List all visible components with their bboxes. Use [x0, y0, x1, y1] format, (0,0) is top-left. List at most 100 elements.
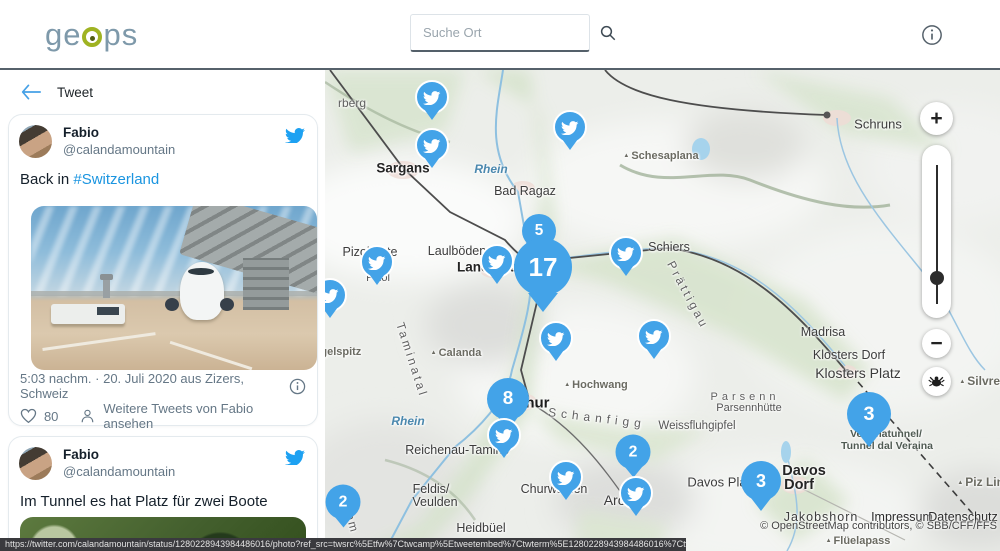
map-label: Rhein	[474, 162, 507, 176]
tweet-marker[interactable]	[619, 476, 653, 510]
app-header: geps	[0, 0, 1000, 70]
tweet-marker[interactable]	[360, 245, 394, 279]
cluster-marker[interactable]: 2	[326, 485, 361, 520]
tweet-text: Im Tunnel es hat Platz für zwei Boote	[20, 493, 268, 510]
map-label: Schesaplana	[623, 150, 698, 162]
tweet-marker[interactable]	[539, 321, 573, 355]
map[interactable]: rberg Sargans Rhein Bad Ragaz Schesaplana Sch…	[325, 70, 1000, 551]
cluster-marker[interactable]: 17	[514, 238, 572, 296]
back-arrow-icon	[21, 84, 41, 100]
back-button[interactable]	[18, 79, 44, 105]
minus-icon: −	[930, 332, 942, 356]
photo-jet-bridge-support	[243, 258, 289, 310]
tweet-hashtag-link[interactable]: #Switzerland	[73, 171, 159, 188]
avatar[interactable]	[19, 447, 52, 480]
cluster-count: 8	[503, 388, 514, 410]
tweet-marker[interactable]	[553, 110, 587, 144]
avatar[interactable]	[19, 125, 52, 158]
cluster-count: 3	[756, 471, 766, 492]
fly-button[interactable]	[922, 367, 951, 396]
map-label: Klosters Dorf	[813, 348, 885, 362]
logo-text-pre: ge	[45, 17, 81, 53]
tweet-info-icon[interactable]	[289, 378, 306, 395]
photo-engine	[220, 298, 234, 311]
tweet-author[interactable]: Fabio	[63, 447, 99, 462]
sidebar-title: Tweet	[57, 85, 93, 100]
map-label: Schiers	[648, 240, 690, 254]
tweet-marker[interactable]	[609, 236, 643, 270]
map-label: Feldis/	[413, 482, 450, 496]
zoom-in-button[interactable]: +	[920, 102, 953, 135]
zoom-slider-handle[interactable]	[930, 271, 944, 285]
twitter-bird-icon[interactable]	[285, 448, 305, 465]
map-label: Parsennhütte	[716, 402, 781, 414]
status-url-bar: https://twitter.com/calandamountain/stat…	[0, 538, 686, 551]
search-box	[410, 14, 590, 52]
search-input[interactable]	[423, 25, 599, 40]
like-heart-icon[interactable]	[20, 408, 37, 424]
cluster-count: 2	[629, 443, 638, 461]
map-label: Veulden	[412, 495, 457, 509]
photo-control-tower	[103, 278, 110, 298]
info-icon	[921, 24, 943, 46]
logo-o-icon	[82, 27, 102, 47]
zoom-slider[interactable]	[922, 145, 951, 318]
logo-text-post: ps	[103, 17, 138, 53]
map-label: Schruns	[854, 117, 902, 132]
tweet-handle[interactable]: @calandamountain	[63, 464, 175, 479]
map-label: Sargans	[376, 161, 429, 176]
tweet-marker[interactable]	[549, 460, 583, 494]
map-label: Hochwang	[564, 379, 628, 391]
tweet-card: Fabio @calandamountain Back in #Switzerl…	[8, 114, 318, 426]
geops-logo[interactable]: geps	[45, 17, 138, 53]
cluster-count: 17	[528, 252, 557, 283]
map-label: Madrisa	[801, 325, 845, 339]
tweet-marker[interactable]	[480, 244, 514, 278]
cluster-marker[interactable]: 8	[487, 378, 529, 420]
tweet-marker[interactable]	[415, 128, 449, 162]
map-label: Ringelspitz	[325, 346, 361, 358]
tweet-marker[interactable]	[415, 80, 449, 114]
tweet-text: Back in #Switzerland	[20, 171, 159, 188]
map-label: rberg	[338, 96, 366, 110]
cluster-marker[interactable]: 3	[741, 461, 781, 501]
map-label: Flüelapass	[826, 535, 891, 547]
tweet-handle[interactable]: @calandamountain	[63, 142, 175, 157]
cluster-marker[interactable]: 2	[616, 435, 651, 470]
map-label: Heidbüel	[456, 521, 505, 535]
tweet-author[interactable]: Fabio	[63, 125, 99, 140]
tweet-marker[interactable]	[487, 418, 521, 452]
more-tweets-link[interactable]: Weitere Tweets von Fabio ansehen	[103, 401, 306, 431]
cluster-marker[interactable]: 3	[847, 392, 891, 436]
person-icon	[80, 408, 95, 424]
sidebar: Tweet Fabio @calandamountain Back in #Sw…	[0, 70, 325, 551]
map-label: Calanda	[431, 347, 482, 359]
plus-icon: +	[930, 107, 942, 131]
cluster-count: 3	[863, 403, 874, 426]
like-count[interactable]: 80	[44, 409, 58, 424]
info-button[interactable]	[920, 23, 944, 47]
map-label: Weissfluhgipfel	[658, 420, 735, 432]
map-label: Klosters Platz	[815, 365, 901, 381]
map-label: Bad Ragaz	[494, 184, 556, 198]
search-button[interactable]	[599, 24, 617, 42]
photo-engine	[165, 298, 179, 311]
map-label: Tunnel dal Veraina	[841, 440, 933, 452]
map-label: Dorf	[784, 477, 814, 493]
photo-tow-truck	[51, 304, 125, 324]
map-label: Rhein	[391, 414, 424, 428]
zoom-out-button[interactable]: −	[922, 329, 951, 358]
sidebar-header: Tweet	[0, 70, 325, 114]
map-label: Laulböden	[428, 244, 486, 258]
photo-tarmac-line	[43, 333, 157, 352]
map-label: Piz Linard	[957, 475, 1000, 489]
cluster-count: 2	[339, 493, 348, 511]
search-icon	[599, 24, 617, 42]
map-attribution: © OpenStreetMap contributors, © SBB/CFF/…	[760, 520, 997, 532]
tweet-photo[interactable]	[31, 206, 317, 370]
fly-icon	[928, 374, 945, 389]
map-label: Silvretta	[959, 374, 1000, 388]
tweet-marker[interactable]	[637, 319, 671, 353]
twitter-bird-icon[interactable]	[285, 126, 305, 143]
tweet-timestamp: 5:03 nachm. · 20. Juli 2020 aus Zizers, …	[20, 371, 289, 401]
